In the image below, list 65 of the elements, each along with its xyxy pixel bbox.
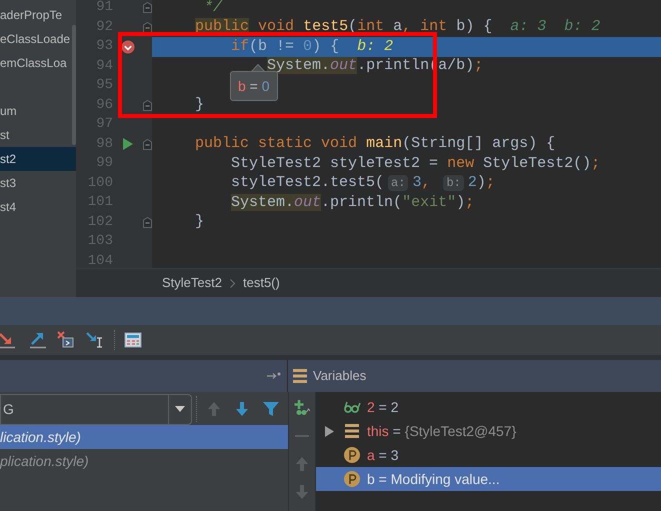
variable-row[interactable]: 2 = 2 (316, 395, 661, 419)
code-text: } (194, 95, 204, 115)
code-text: } (194, 212, 204, 232)
project-tree-item[interactable]: st (0, 123, 76, 147)
frame-row[interactable]: plication.style) (0, 449, 288, 473)
inline-value-hint: a: 3 b: 2 (510, 17, 600, 37)
expand-triangle-icon[interactable] (324, 426, 334, 436)
parameter-icon (344, 447, 360, 463)
breadcrumb-item[interactable]: test5() (242, 273, 280, 293)
variable-text: 2 = 2 (367, 398, 399, 416)
code-text: public static void main(String[] args) { (194, 134, 556, 154)
add-watch-icon[interactable] (294, 400, 310, 416)
panel-title: Variables (313, 367, 366, 386)
fold-icon[interactable] (142, 216, 152, 228)
stack-icon (293, 369, 307, 383)
project-tree-item[interactable]: st4 (0, 195, 76, 219)
code-text: System.out.println("exit"); (230, 192, 474, 212)
evaluate-expression-button[interactable] (123, 330, 143, 350)
project-tree-item[interactable]: st2 (0, 147, 76, 171)
fold-icon[interactable] (142, 2, 152, 14)
code-text: 3, (412, 173, 432, 193)
code-text: 2); (468, 173, 495, 193)
stack-icon (345, 424, 359, 438)
variable-row[interactable]: this = {StyleTest2@457} (316, 419, 661, 443)
variable-text: a = 3 (367, 446, 399, 464)
arrow-dot-icon[interactable] (267, 372, 281, 380)
variable-text: b = Modifying value... (367, 470, 500, 489)
evaluate-expression-icon (124, 331, 142, 349)
chevron-right-icon (230, 278, 235, 288)
step-into-icon (0, 331, 16, 349)
arrow-down-icon[interactable] (234, 401, 250, 417)
parameter-name-hint: b: (443, 175, 464, 192)
breakpoint-icon[interactable] (120, 40, 134, 54)
project-tree-item[interactable]: emClassLoa (0, 51, 76, 75)
step-into-button[interactable] (0, 330, 17, 350)
parameter-name-hint: a: (388, 175, 408, 192)
code-text: */ (203, 0, 222, 18)
project-tree-item[interactable]: aderPropTe (0, 3, 76, 27)
variable-text: this = {StyleTest2@457} (367, 422, 516, 441)
variable-row[interactable]: b = Modifying value... (316, 467, 661, 491)
fold-icon[interactable] (142, 138, 152, 150)
drop-frame-button[interactable] (56, 330, 76, 350)
code-text: StyleTest2 styleTest2 = new StyleTest2(); (230, 154, 600, 174)
step-out-icon (29, 331, 47, 349)
variable-row[interactable]: a = 3 (316, 443, 661, 467)
glasses-icon (344, 401, 360, 413)
code-text: if(b != 0) { (230, 36, 340, 56)
run-to-cursor-button[interactable] (85, 330, 105, 350)
project-tree-item[interactable]: st3 (0, 171, 76, 195)
breadcrumb-item[interactable]: StyleTest2 (162, 273, 222, 293)
step-out-button[interactable] (28, 330, 48, 350)
code-text: styleTest2.test5( (230, 173, 384, 193)
dropdown-arrow-icon (175, 406, 185, 412)
drop-frame-icon (57, 331, 75, 349)
run-icon[interactable] (122, 138, 132, 150)
project-tree-item[interactable]: um (0, 75, 76, 123)
run-to-cursor-icon (86, 331, 104, 349)
frame-row[interactable]: lication.style) (0, 425, 288, 449)
project-tree-item[interactable]: eClassLoade (0, 27, 76, 51)
filter-icon[interactable] (263, 401, 279, 417)
parameter-icon (344, 471, 360, 487)
fold-icon[interactable] (142, 22, 152, 33)
inline-value-hint: b: 2 (357, 36, 394, 56)
thread-dropdown[interactable]: G (0, 394, 192, 424)
fold-icon[interactable] (142, 100, 152, 111)
